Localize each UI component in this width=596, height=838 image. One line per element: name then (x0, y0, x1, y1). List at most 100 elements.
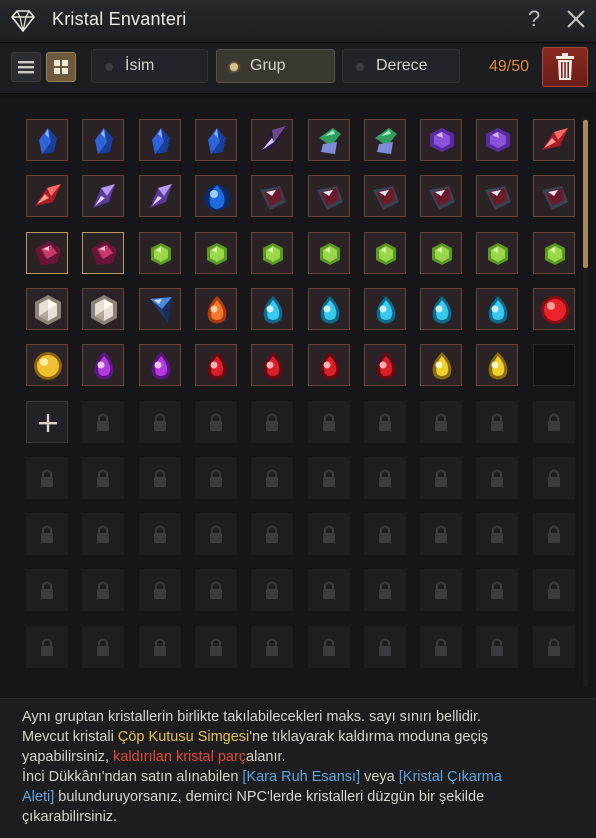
crystal-slot[interactable] (476, 344, 518, 386)
crystal-slot[interactable] (308, 232, 350, 274)
crystal-slot[interactable] (364, 232, 406, 274)
info-text: veya (360, 769, 399, 785)
crystal-slot[interactable] (139, 288, 181, 330)
sort-by-name-radio[interactable]: İsim (91, 49, 208, 83)
crystal-slot[interactable] (533, 119, 575, 161)
crystal-slot[interactable] (533, 288, 575, 330)
lock-icon (491, 638, 503, 656)
sort-by-grade-radio[interactable]: Derece (342, 49, 460, 83)
white-hex-icon (91, 295, 117, 325)
crystal-slot[interactable] (82, 119, 124, 161)
sort-by-grade-label: Derece (376, 57, 428, 74)
title-bar: Kristal Envanteri ? (0, 0, 596, 43)
crystal-slot[interactable] (26, 288, 68, 330)
locked-slot (26, 569, 68, 611)
crystal-slot[interactable] (195, 288, 237, 330)
radio-dot (105, 63, 113, 71)
empty-slot[interactable] (533, 344, 575, 386)
crystal-slot[interactable] (139, 119, 181, 161)
grid-view-button[interactable] (46, 52, 76, 82)
scrollbar-thumb[interactable] (583, 120, 588, 268)
lock-icon (435, 413, 447, 431)
crystal-slot[interactable] (476, 288, 518, 330)
crystal-slot[interactable] (82, 288, 124, 330)
info-line: Aleti] bulunduruyorsanız, demirci NPC'le… (22, 787, 578, 807)
crystal-slot[interactable] (26, 232, 68, 274)
crystal-slot[interactable] (251, 288, 293, 330)
item-link[interactable]: [Kara Ruh Esansı] (242, 769, 360, 785)
crystal-slot[interactable] (364, 119, 406, 161)
crystal-slot[interactable] (476, 119, 518, 161)
crystal-slot[interactable] (308, 119, 350, 161)
crystal-slot[interactable] (533, 232, 575, 274)
locked-slot (364, 457, 406, 499)
locked-slot (195, 569, 237, 611)
crystal-slot[interactable] (420, 232, 462, 274)
lock-icon (210, 638, 222, 656)
crystal-slot[interactable] (195, 119, 237, 161)
crystal-slot[interactable] (82, 232, 124, 274)
item-link[interactable]: [Kristal Çıkarma (399, 769, 502, 785)
close-icon[interactable] (565, 8, 587, 30)
locked-slot (533, 401, 575, 443)
lock-icon (548, 469, 560, 487)
info-line: çıkarabilirsiniz. (22, 807, 578, 827)
crystal-slot[interactable] (82, 175, 124, 217)
crystal-slot[interactable] (308, 288, 350, 330)
crystal-slot[interactable] (195, 344, 237, 386)
crystal-slot[interactable] (364, 288, 406, 330)
lock-icon (548, 638, 560, 656)
crystal-slot[interactable] (26, 119, 68, 161)
crystal-slot[interactable] (308, 175, 350, 217)
crystal-slot[interactable] (420, 119, 462, 161)
crystal-slot[interactable] (82, 344, 124, 386)
locked-slot (195, 401, 237, 443)
lock-icon (548, 581, 560, 599)
emerald-shard-icon (319, 128, 341, 154)
red-drop-icon (320, 352, 340, 380)
lock-icon (154, 413, 166, 431)
crystal-slot[interactable] (251, 344, 293, 386)
crystal-slot[interactable] (476, 232, 518, 274)
locked-slot (26, 513, 68, 555)
crystal-slot[interactable] (139, 232, 181, 274)
crystal-slot[interactable] (420, 344, 462, 386)
locked-slot (364, 626, 406, 668)
crystal-slot[interactable] (364, 175, 406, 217)
sort-by-group-radio[interactable]: Grup (216, 49, 335, 83)
crystal-slot[interactable] (251, 232, 293, 274)
locked-slot (308, 569, 350, 611)
crystal-slot[interactable] (139, 344, 181, 386)
crystal-slot[interactable] (251, 175, 293, 217)
lock-icon (210, 581, 222, 599)
crystal-slot[interactable] (26, 175, 68, 217)
crystal-slot[interactable] (139, 175, 181, 217)
crystal-slot[interactable] (364, 344, 406, 386)
info-text: alanır. (246, 749, 286, 765)
lock-icon (323, 525, 335, 543)
emerald-shard-icon (375, 128, 397, 154)
removed-crystal-highlight: kaldırılan kristal parç (113, 749, 247, 765)
info-panel: Aynı gruptan kristallerin birlikte takıl… (0, 698, 596, 838)
crystal-slot[interactable] (195, 232, 237, 274)
help-button[interactable]: ? (528, 6, 540, 32)
crystal-slot[interactable] (308, 344, 350, 386)
crystal-slot[interactable] (533, 175, 575, 217)
add-slot-button[interactable] (26, 401, 68, 443)
dark-crimson-icon (429, 186, 455, 210)
lock-icon (491, 525, 503, 543)
lock-icon (97, 581, 109, 599)
crystal-slot[interactable] (251, 119, 293, 161)
crystal-slot[interactable] (420, 175, 462, 217)
info-line: Aynı gruptan kristallerin birlikte takıl… (22, 707, 578, 727)
crystal-slot[interactable] (420, 288, 462, 330)
item-link[interactable]: Aleti] (22, 789, 54, 805)
red-orb-icon (541, 296, 569, 324)
crystal-slot[interactable] (195, 175, 237, 217)
locked-slot (364, 569, 406, 611)
crystal-slot[interactable] (26, 344, 68, 386)
gold-orb-icon (34, 352, 62, 380)
list-view-button[interactable] (11, 52, 41, 82)
trash-button[interactable] (542, 47, 588, 87)
crystal-slot[interactable] (476, 175, 518, 217)
